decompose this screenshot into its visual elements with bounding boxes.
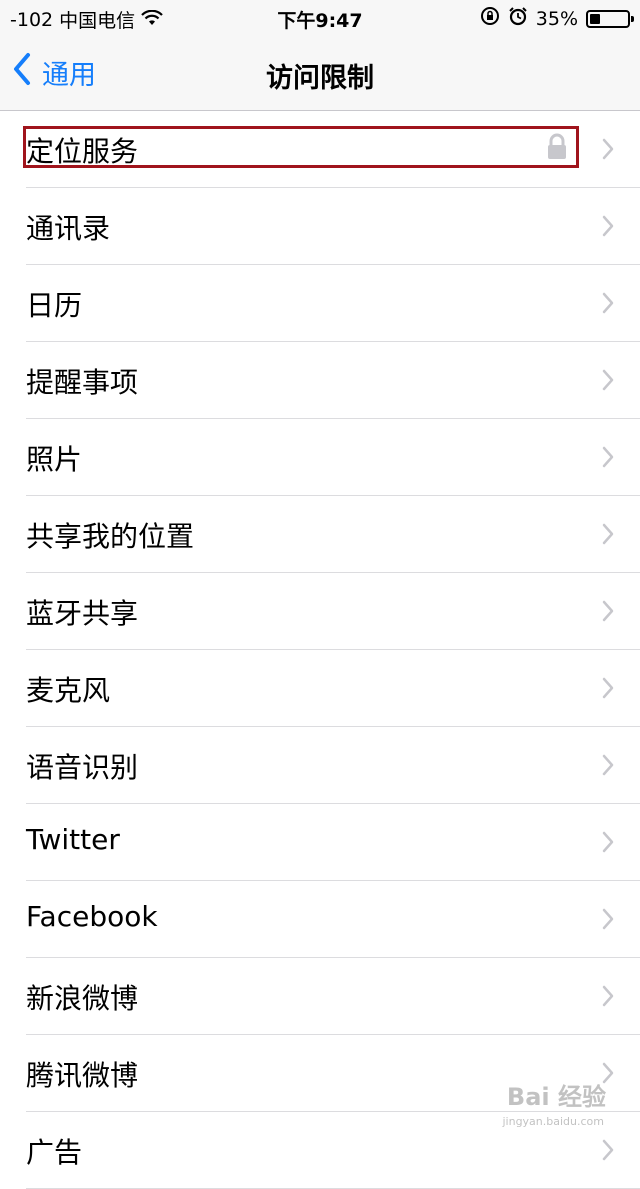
navigation-bar: 通用 访问限制	[0, 36, 640, 111]
chevron-right-icon	[602, 831, 614, 857]
list-item-label: 语音识别	[26, 751, 139, 784]
chevron-right-icon	[602, 1139, 614, 1165]
chevron-right-icon	[602, 215, 614, 241]
chevron-right-icon	[602, 138, 614, 164]
chevron-right-icon	[602, 677, 614, 703]
rotation-lock-icon	[480, 6, 500, 31]
list-item-label: 共享我的位置	[26, 520, 195, 553]
list-item[interactable]: 新浪微博	[26, 958, 640, 1035]
status-right: 35%	[480, 6, 634, 31]
chevron-right-icon	[602, 523, 614, 549]
alarm-icon	[508, 6, 528, 31]
list-item[interactable]: 蓝牙共享	[26, 573, 640, 650]
list-item-label: 麦克风	[26, 674, 111, 707]
list-item[interactable]: Facebook	[26, 881, 640, 958]
list-item[interactable]: 日历	[26, 265, 640, 342]
battery-nub	[631, 15, 634, 22]
chevron-right-icon	[602, 754, 614, 780]
list-item-label: 蓝牙共享	[26, 597, 139, 630]
chevron-right-icon	[602, 292, 614, 318]
list-item[interactable]: 语音识别	[26, 727, 640, 804]
list-item-label: 腾讯微博	[26, 1059, 139, 1092]
settings-list: 定位服务 通讯录 日历 提醒事项 照片 共享我的位置 蓝牙共享 麦克风 语音识别 Twitter F…	[0, 111, 640, 1189]
chevron-right-icon	[602, 446, 614, 472]
list-item-label: Twitter	[26, 823, 120, 856]
list-item[interactable]: 共享我的位置	[26, 496, 640, 573]
chevron-right-icon	[602, 369, 614, 395]
chevron-right-icon	[602, 908, 614, 934]
list-item-label: 广告	[26, 1136, 83, 1169]
list-item-label: 日历	[26, 289, 83, 322]
battery-fill	[590, 13, 600, 24]
page-title: 访问限制	[266, 63, 374, 94]
watermark-url: jingyan.baidu.com	[502, 1115, 604, 1128]
highlight-box	[23, 126, 579, 168]
list-item[interactable]: Twitter	[26, 804, 640, 881]
chevron-right-icon	[602, 985, 614, 1011]
list-item[interactable]: 麦克风	[26, 650, 640, 727]
list-item[interactable]: 提醒事项	[26, 342, 640, 419]
list-item[interactable]: 通讯录	[26, 188, 640, 265]
watermark-logo: Bai 经验	[506, 1083, 606, 1111]
battery-icon	[586, 9, 634, 28]
status-bar: -102 中国电信 下午9:47 35%	[0, 0, 640, 36]
list-item[interactable]: 照片	[26, 419, 640, 496]
list-item-label: 新浪微博	[26, 982, 139, 1015]
battery-percent: 35%	[535, 7, 578, 30]
list-item-label: Facebook	[26, 900, 158, 933]
list-item-label: 通讯录	[26, 212, 111, 245]
list-item-label: 照片	[26, 443, 83, 476]
list-item-label: 提醒事项	[26, 366, 139, 399]
chevron-right-icon	[602, 600, 614, 626]
